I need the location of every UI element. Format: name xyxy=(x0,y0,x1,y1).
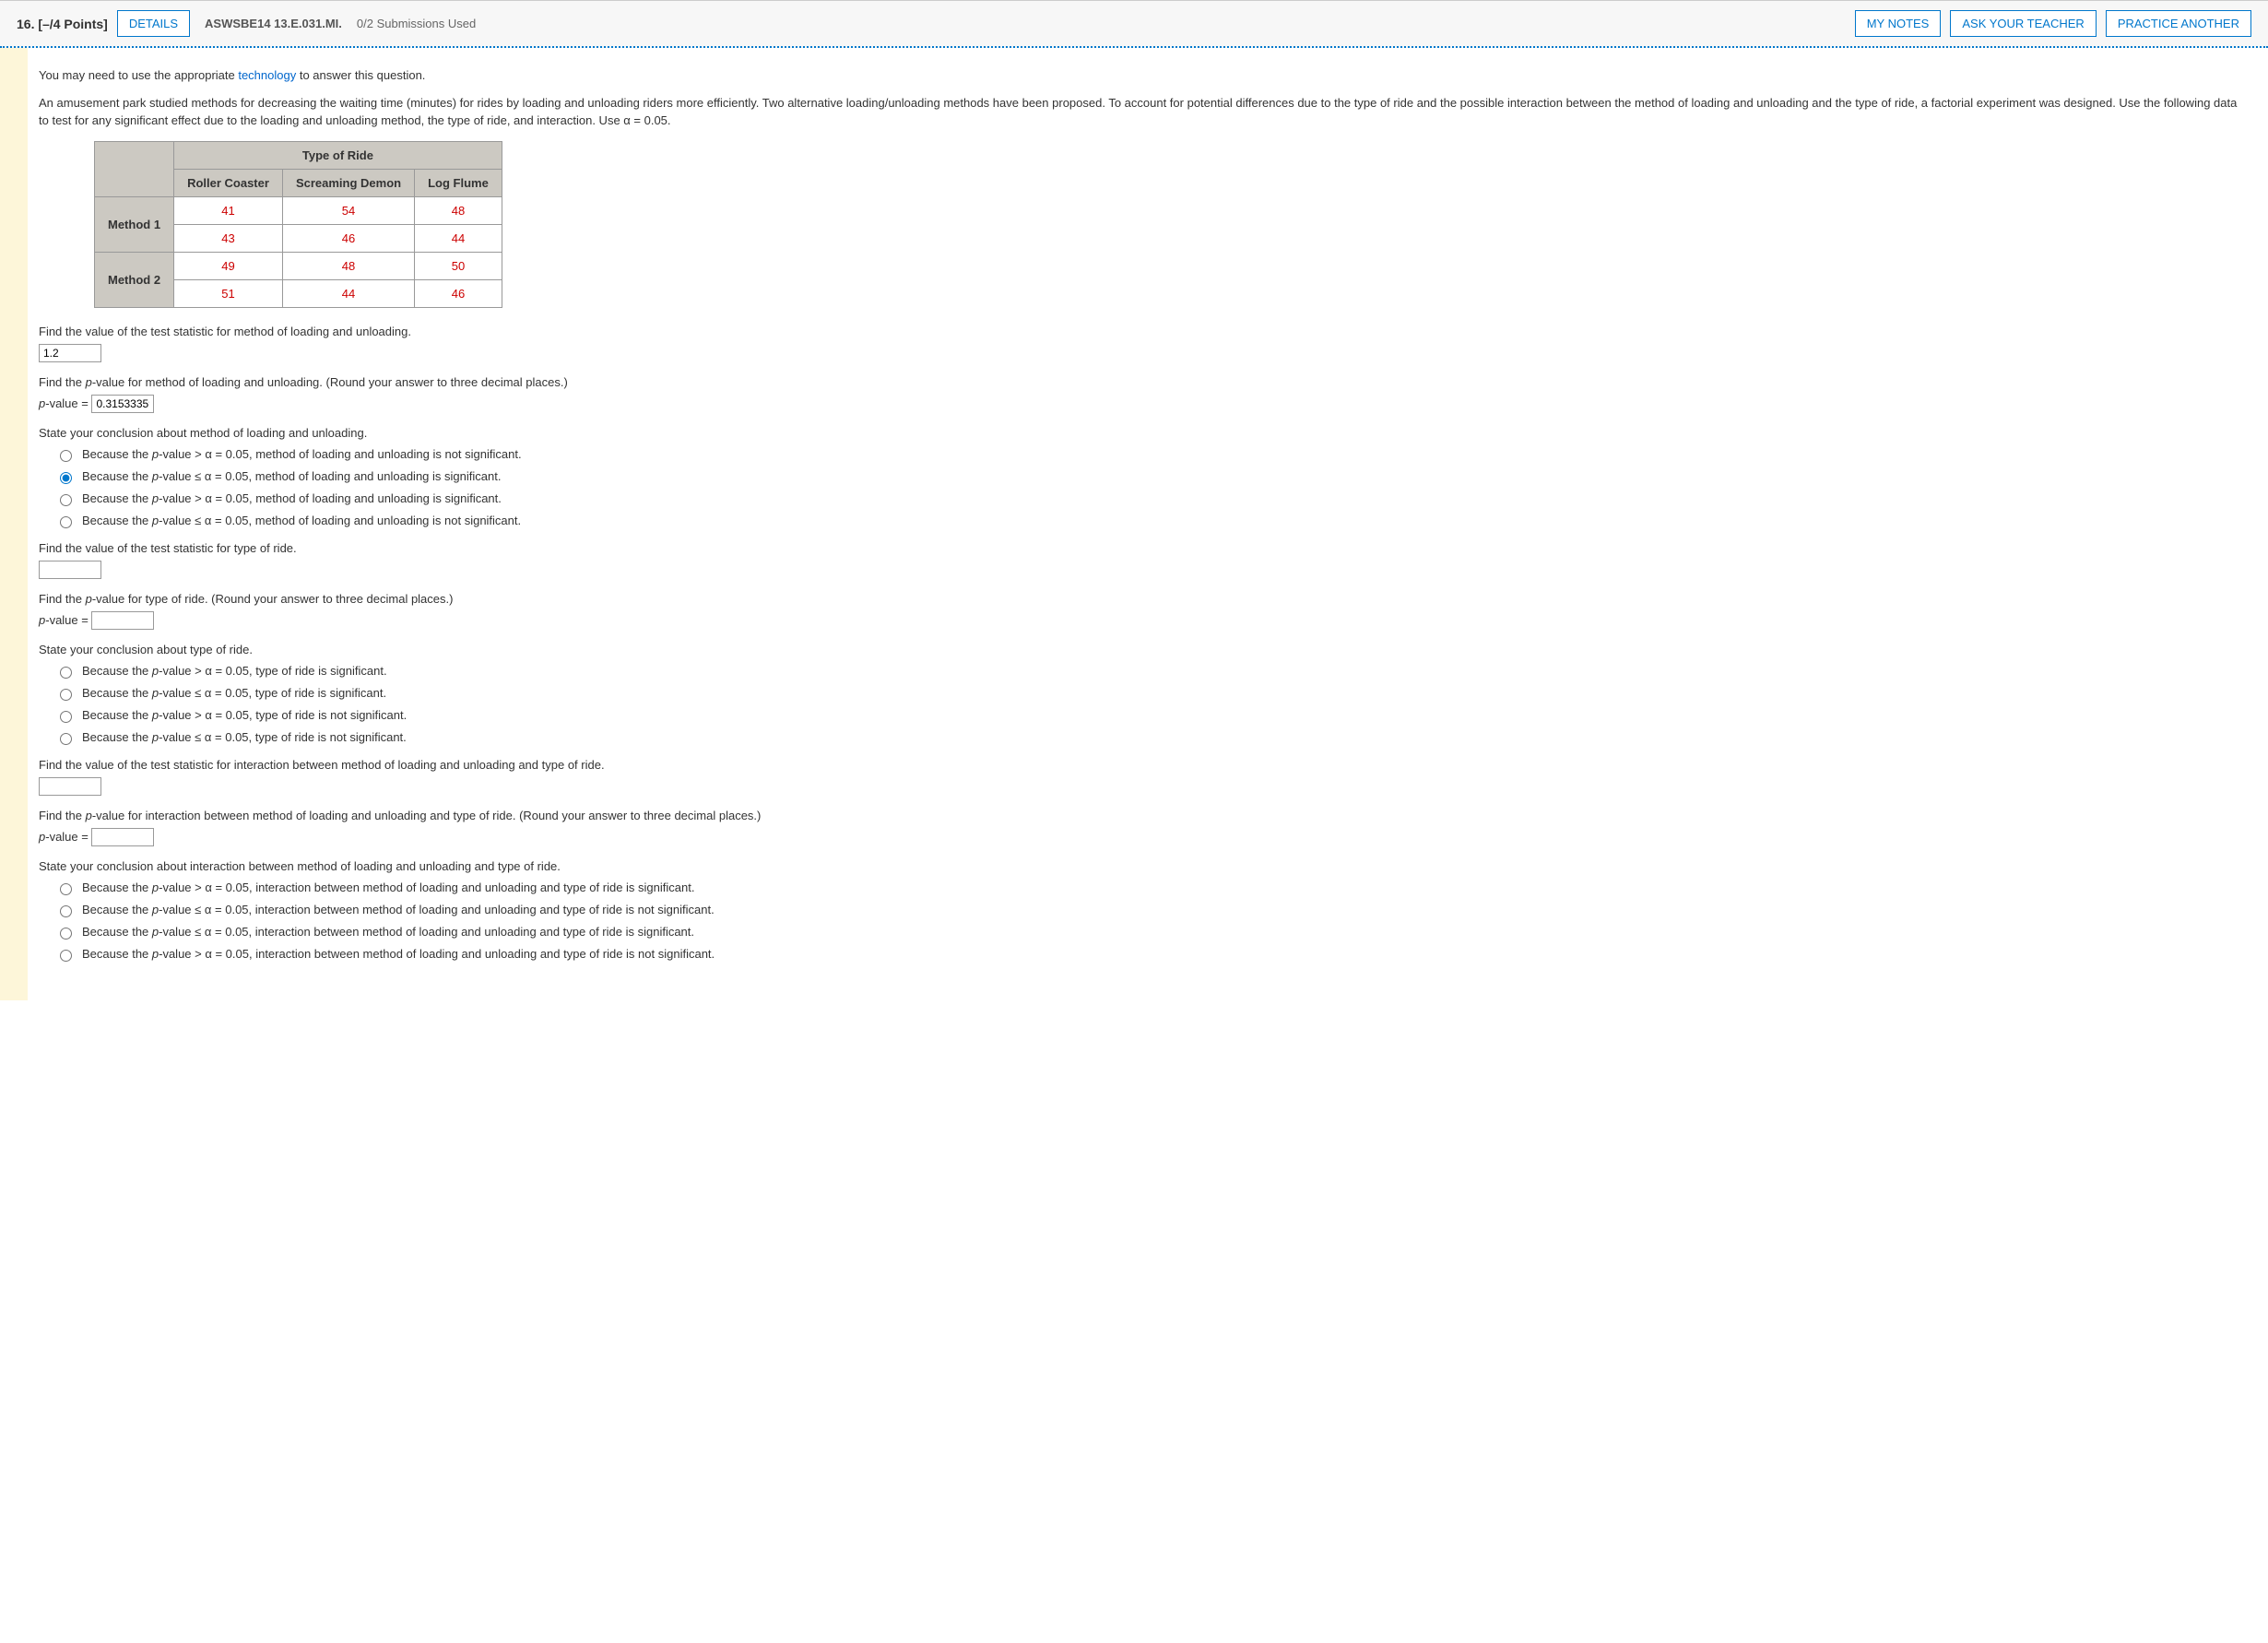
table-cell: 48 xyxy=(415,196,502,224)
q6-radio[interactable] xyxy=(60,667,72,679)
q6-option-label: Because the p-value > α = 0.05, type of … xyxy=(82,664,387,678)
question-number: 16. [–/4 Points] xyxy=(17,17,108,31)
q3-option: Because the p-value ≤ α = 0.05, method o… xyxy=(55,469,2250,484)
q9-option-label: Because the p-value ≤ α = 0.05, interact… xyxy=(82,903,715,916)
q1-prompt: Find the value of the test statistic for… xyxy=(39,325,2250,338)
q3-option-label: Because the p-value > α = 0.05, method o… xyxy=(82,491,502,505)
tech-note: You may need to use the appropriate tech… xyxy=(39,66,2250,85)
q6-option: Because the p-value ≤ α = 0.05, type of … xyxy=(55,686,2250,701)
q3-option-label: Because the p-value > α = 0.05, method o… xyxy=(82,447,522,461)
question-header: 16. [–/4 Points] DETAILS ASWSBE14 13.E.0… xyxy=(0,0,2268,48)
q3-radio[interactable] xyxy=(60,516,72,528)
q6-option: Because the p-value > α = 0.05, type of … xyxy=(55,664,2250,679)
q9-radio[interactable] xyxy=(60,928,72,940)
q9-radio[interactable] xyxy=(60,950,72,962)
q3-option-label: Because the p-value ≤ α = 0.05, method o… xyxy=(82,514,521,527)
pvalue-label-rest: -value = xyxy=(45,830,91,844)
table-cell: 43 xyxy=(174,224,283,252)
q9-option-label: Because the p-value ≤ α = 0.05, interact… xyxy=(82,925,694,939)
q6-option-label: Because the p-value ≤ α = 0.05, type of … xyxy=(82,686,386,700)
q2-input[interactable] xyxy=(91,395,154,413)
q6-radio[interactable] xyxy=(60,711,72,723)
q5-prompt: Find the p-value for type of ride. (Roun… xyxy=(39,592,2250,606)
q6-option: Because the p-value ≤ α = 0.05, type of … xyxy=(55,730,2250,745)
header-right: MY NOTES ASK YOUR TEACHER PRACTICE ANOTH… xyxy=(1855,10,2251,37)
col-log-flume: Log Flume xyxy=(415,169,502,196)
q3-radio[interactable] xyxy=(60,494,72,506)
q7-input[interactable] xyxy=(39,777,101,796)
q7-prompt: Find the value of the test statistic for… xyxy=(39,758,2250,772)
table-cell: 49 xyxy=(174,252,283,279)
data-table: Type of Ride Roller Coaster Screaming De… xyxy=(94,141,502,308)
q9-option: Because the p-value > α = 0.05, interact… xyxy=(55,881,2250,895)
q3-option: Because the p-value > α = 0.05, method o… xyxy=(55,491,2250,506)
q3-option-label: Because the p-value ≤ α = 0.05, method o… xyxy=(82,469,501,483)
q1-input[interactable] xyxy=(39,344,101,362)
submissions-used: 0/2 Submissions Used xyxy=(357,17,476,30)
q8-prompt: Find the p-value for interaction between… xyxy=(39,809,2250,822)
q9-option: Because the p-value ≤ α = 0.05, interact… xyxy=(55,925,2250,940)
q6-option-label: Because the p-value > α = 0.05, type of … xyxy=(82,708,407,722)
q9-option: Because the p-value > α = 0.05, interact… xyxy=(55,947,2250,962)
pvalue-label-rest: -value = xyxy=(45,396,91,410)
q4-input[interactable] xyxy=(39,561,101,579)
question-body: You may need to use the appropriate tech… xyxy=(28,48,2268,1000)
q8-input[interactable] xyxy=(91,828,154,846)
ask-teacher-button[interactable]: ASK YOUR TEACHER xyxy=(1950,10,2096,37)
my-notes-button[interactable]: MY NOTES xyxy=(1855,10,1942,37)
q3-options: Because the p-value > α = 0.05, method o… xyxy=(55,447,2250,528)
table-cell: 54 xyxy=(282,196,414,224)
q3-radio[interactable] xyxy=(60,472,72,484)
table-cell: 46 xyxy=(282,224,414,252)
q9-radio[interactable] xyxy=(60,905,72,917)
question-reference: ASWSBE14 13.E.031.MI. xyxy=(205,17,342,30)
q9-option-label: Because the p-value > α = 0.05, interact… xyxy=(82,881,694,894)
q3-option: Because the p-value ≤ α = 0.05, method o… xyxy=(55,514,2250,528)
col-screaming-demon: Screaming Demon xyxy=(282,169,414,196)
pvalue-label-rest: -value = xyxy=(45,613,91,627)
q6-option-label: Because the p-value ≤ α = 0.05, type of … xyxy=(82,730,407,744)
table-cell: 48 xyxy=(282,252,414,279)
q9-option-label: Because the p-value > α = 0.05, interact… xyxy=(82,947,715,961)
table-cell: 46 xyxy=(415,279,502,307)
table-cell: 50 xyxy=(415,252,502,279)
q2-prompt: Find the p-value for method of loading a… xyxy=(39,375,2250,389)
table-cell: 44 xyxy=(415,224,502,252)
q9-radio[interactable] xyxy=(60,883,72,895)
header-left: 16. [–/4 Points] DETAILS ASWSBE14 13.E.0… xyxy=(17,10,1855,37)
q6-option: Because the p-value > α = 0.05, type of … xyxy=(55,708,2250,723)
q3-prompt: State your conclusion about method of lo… xyxy=(39,426,2250,440)
q6-prompt: State your conclusion about type of ride… xyxy=(39,643,2250,656)
table-header-span: Type of Ride xyxy=(174,141,502,169)
q9-option: Because the p-value ≤ α = 0.05, interact… xyxy=(55,903,2250,917)
practice-another-button[interactable]: PRACTICE ANOTHER xyxy=(2106,10,2251,37)
margin-highlight xyxy=(0,48,28,1000)
table-cell: 51 xyxy=(174,279,283,307)
details-button[interactable]: DETAILS xyxy=(117,10,190,37)
row-method-2: Method 2 xyxy=(95,252,174,307)
q6-radio[interactable] xyxy=(60,733,72,745)
q3-radio[interactable] xyxy=(60,450,72,462)
q5-input[interactable] xyxy=(91,611,154,630)
problem-statement: An amusement park studied methods for de… xyxy=(39,94,2250,130)
q3-option: Because the p-value > α = 0.05, method o… xyxy=(55,447,2250,462)
q6-options: Because the p-value > α = 0.05, type of … xyxy=(55,664,2250,745)
table-cell: 41 xyxy=(174,196,283,224)
col-roller-coaster: Roller Coaster xyxy=(174,169,283,196)
q4-prompt: Find the value of the test statistic for… xyxy=(39,541,2250,555)
q9-options: Because the p-value > α = 0.05, interact… xyxy=(55,881,2250,962)
q9-prompt: State your conclusion about interaction … xyxy=(39,859,2250,873)
row-method-1: Method 1 xyxy=(95,196,174,252)
table-cell: 44 xyxy=(282,279,414,307)
q6-radio[interactable] xyxy=(60,689,72,701)
technology-link[interactable]: technology xyxy=(238,68,296,82)
